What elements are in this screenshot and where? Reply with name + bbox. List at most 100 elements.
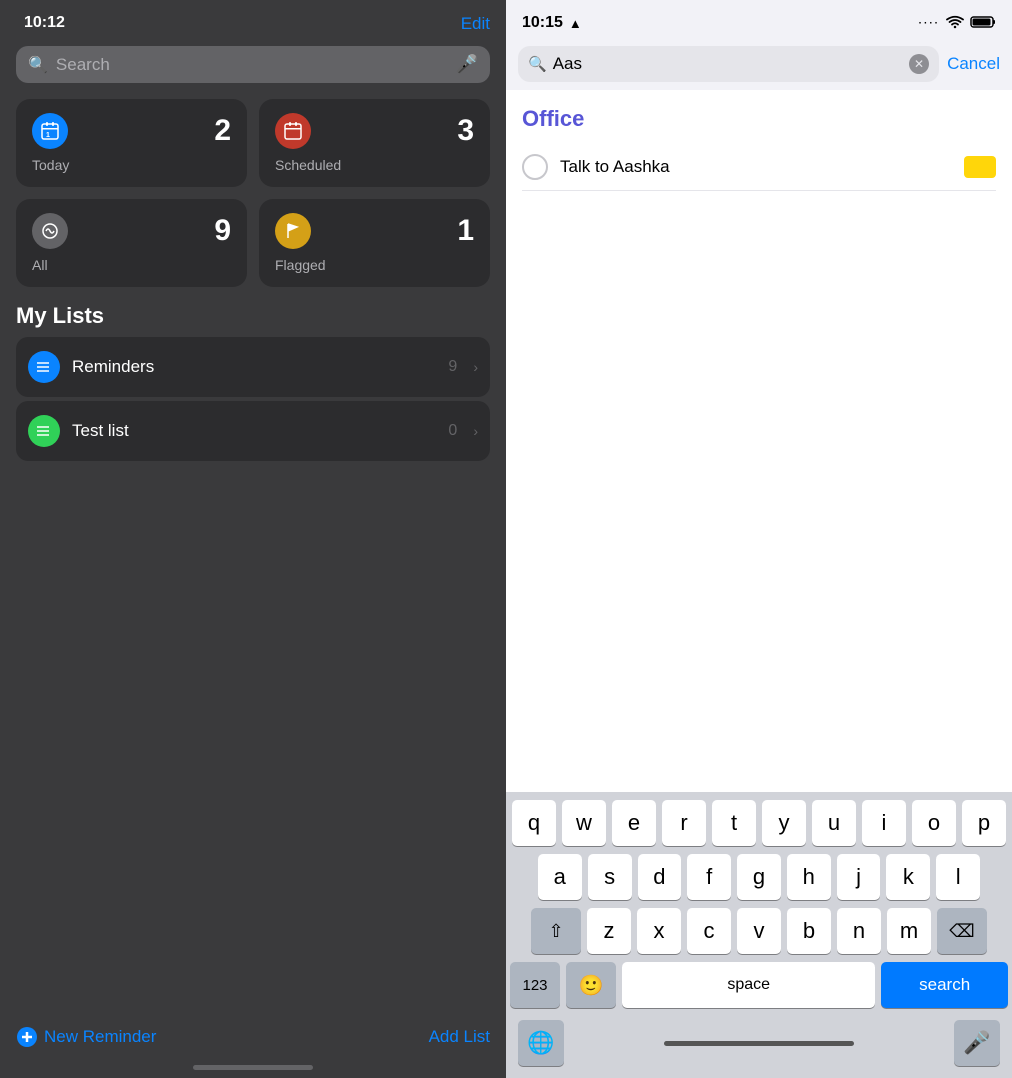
mic-icon: 🎤	[456, 54, 478, 75]
keyboard-bottom-row: 🌐 🎤	[510, 1016, 1008, 1074]
reminders-chevron: ›	[473, 359, 478, 375]
svg-text:1: 1	[46, 132, 50, 139]
key-p[interactable]: p	[962, 800, 1006, 846]
numbers-key[interactable]: 123	[510, 962, 560, 1008]
search-bar-right: 🔍 Aas ✕ Cancel	[518, 46, 1000, 82]
keyboard-row-3: ⇧ z x c v b n m ⌫	[510, 908, 1008, 954]
keyboard-mic-key[interactable]: 🎤	[954, 1020, 1000, 1066]
key-c[interactable]: c	[687, 908, 731, 954]
search-results: Office Talk to Aashka	[506, 90, 1012, 792]
result-text: Talk to Aashka	[560, 157, 952, 177]
new-reminder-button[interactable]: New Reminder	[16, 1026, 156, 1048]
today-label: Today	[32, 157, 231, 173]
section-title: Office	[522, 106, 996, 132]
status-icons-right: ····	[919, 15, 996, 32]
keyboard-row-2: a s d f g h j k l	[510, 854, 1008, 900]
globe-key[interactable]: 🌐	[518, 1020, 564, 1066]
key-l[interactable]: l	[936, 854, 980, 900]
scheduled-card[interactable]: 3 Scheduled	[259, 99, 490, 187]
key-k[interactable]: k	[886, 854, 930, 900]
key-r[interactable]: r	[662, 800, 706, 846]
new-reminder-label: New Reminder	[44, 1027, 156, 1047]
search-input-container[interactable]: 🔍 Aas ✕	[518, 46, 939, 82]
key-t[interactable]: t	[712, 800, 756, 846]
key-o[interactable]: o	[912, 800, 956, 846]
testlist-icon	[28, 415, 60, 447]
flagged-card[interactable]: 1 Flagged	[259, 199, 490, 287]
today-count: 2	[214, 114, 231, 148]
key-v[interactable]: v	[737, 908, 781, 954]
search-input-icon: 🔍	[528, 55, 547, 73]
time-left: 10:12	[24, 14, 65, 32]
key-j[interactable]: j	[837, 854, 881, 900]
testlist-name: Test list	[72, 421, 436, 441]
search-placeholder-text: Search	[56, 55, 448, 75]
reminders-count: 9	[448, 358, 457, 376]
all-count: 9	[214, 214, 231, 248]
shift-key[interactable]: ⇧	[531, 908, 581, 954]
status-bar-left: 10:12	[16, 0, 490, 38]
testlist-chevron: ›	[473, 423, 478, 439]
today-card-header: 1 2	[32, 113, 231, 149]
today-card[interactable]: 1 2 Today	[16, 99, 247, 187]
backspace-key[interactable]: ⌫	[937, 908, 987, 954]
reminders-list-item[interactable]: Reminders 9 ›	[16, 337, 490, 397]
all-card[interactable]: 9 All	[16, 199, 247, 287]
flagged-label: Flagged	[275, 257, 474, 273]
scheduled-icon	[275, 113, 311, 149]
key-y[interactable]: y	[762, 800, 806, 846]
key-g[interactable]: g	[737, 854, 781, 900]
all-label: All	[32, 257, 231, 273]
key-d[interactable]: d	[638, 854, 682, 900]
add-list-button[interactable]: Add List	[429, 1027, 490, 1047]
testlist-count: 0	[448, 422, 457, 440]
reminders-name: Reminders	[72, 357, 436, 377]
key-n[interactable]: n	[837, 908, 881, 954]
result-item-0[interactable]: Talk to Aashka	[522, 144, 996, 191]
wifi-icon	[946, 15, 964, 32]
right-panel: 10:15 ▲ ···· 🔍	[506, 0, 1012, 1078]
reminders-icon	[28, 351, 60, 383]
scheduled-count: 3	[457, 114, 474, 148]
key-a[interactable]: a	[538, 854, 582, 900]
search-key[interactable]: search	[881, 962, 1008, 1008]
clear-search-button[interactable]: ✕	[909, 54, 929, 74]
key-x[interactable]: x	[637, 908, 681, 954]
flagged-count: 1	[457, 214, 474, 248]
key-s[interactable]: s	[588, 854, 632, 900]
flagged-card-header: 1	[275, 213, 474, 249]
smart-lists-grid: 1 2 Today 3 Scheduled	[16, 99, 490, 287]
my-lists-title: My Lists	[16, 303, 490, 329]
key-i[interactable]: i	[862, 800, 906, 846]
key-h[interactable]: h	[787, 854, 831, 900]
scheduled-card-header: 3	[275, 113, 474, 149]
cancel-button[interactable]: Cancel	[947, 54, 1000, 74]
key-u[interactable]: u	[812, 800, 856, 846]
key-f[interactable]: f	[687, 854, 731, 900]
today-icon: 1	[32, 113, 68, 149]
key-q[interactable]: q	[512, 800, 556, 846]
key-m[interactable]: m	[887, 908, 931, 954]
search-input-value[interactable]: Aas	[553, 54, 903, 74]
search-bar-left[interactable]: 🔍 Search 🎤	[16, 46, 490, 83]
time-right: 10:15	[522, 14, 563, 32]
testlist-list-item[interactable]: Test list 0 ›	[16, 401, 490, 461]
key-e[interactable]: e	[612, 800, 656, 846]
dots-icon: ····	[919, 18, 940, 29]
key-w[interactable]: w	[562, 800, 606, 846]
keyboard-row-4: 123 🙂 space search	[510, 962, 1008, 1008]
keyboard-row-1: q w e r t y u i o p	[510, 800, 1008, 846]
key-z[interactable]: z	[587, 908, 631, 954]
status-bar-right: 10:15 ▲ ····	[506, 0, 1012, 38]
edit-button[interactable]: Edit	[461, 14, 490, 34]
emoji-key[interactable]: 🙂	[566, 962, 616, 1008]
battery-icon	[970, 15, 996, 32]
result-flag-icon	[964, 156, 996, 178]
key-b[interactable]: b	[787, 908, 831, 954]
all-card-header: 9	[32, 213, 231, 249]
scheduled-label: Scheduled	[275, 157, 474, 173]
location-icon: ▲	[569, 16, 582, 31]
space-key[interactable]: space	[622, 962, 875, 1008]
all-icon	[32, 213, 68, 249]
result-checkbox[interactable]	[522, 154, 548, 180]
